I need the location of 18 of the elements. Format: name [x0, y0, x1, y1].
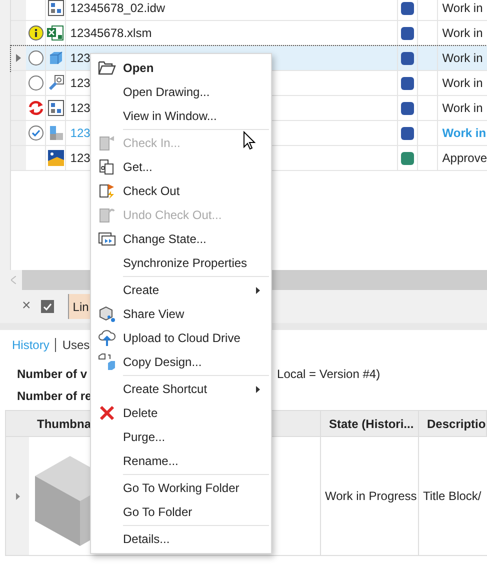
- file-name: 123: [70, 125, 90, 142]
- state-text: Work in: [442, 50, 483, 67]
- state-text: Work in: [442, 25, 483, 42]
- file-name: 123: [70, 150, 90, 167]
- state-text: Work in: [442, 100, 483, 117]
- state-text: Work in: [442, 0, 483, 17]
- file-name: 12345678.xlsm: [70, 25, 152, 42]
- table-cell: Work in Progress: [321, 437, 419, 555]
- state-text: Work in: [442, 125, 486, 142]
- file-name: 123: [70, 100, 90, 117]
- table-cell-text: Title Block/: [422, 488, 482, 505]
- file-name: 123: [70, 50, 90, 67]
- state-text: Work in: [442, 75, 483, 92]
- version-count-label: Number of v: [17, 366, 88, 383]
- file-name: 12345678_02.idw: [70, 0, 166, 17]
- file-name: 123: [70, 75, 90, 92]
- version-note: Local = Version #4): [277, 366, 380, 383]
- state-text: Approve: [442, 150, 487, 167]
